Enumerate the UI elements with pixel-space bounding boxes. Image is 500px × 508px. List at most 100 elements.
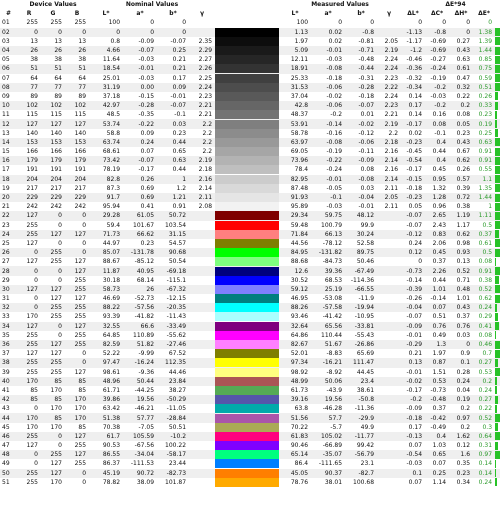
- table-row: 11 115 115 115 48.5 -0.35 -0.1 2.21 48.37 -0.2 0.0…: [0, 110, 500, 120]
- table-cell: 13: [78, 37, 87, 45]
- table-cell: 0.05: [449, 119, 474, 129]
- table-cell: 1.2: [176, 184, 187, 192]
- table-cell: 0.4: [425, 156, 450, 166]
- table-cell: 255: [65, 339, 90, 350]
- table-cell: 51.67: [311, 339, 346, 350]
- table-cell: 89.75: [345, 248, 378, 258]
- table-cell: -50.8: [345, 395, 378, 405]
- table-cell: 255: [41, 358, 65, 368]
- table-cell: 105.02: [311, 431, 346, 441]
- table-cell: 0: [65, 211, 90, 221]
- table-cell: 255: [26, 478, 38, 486]
- table-cell: 61.71: [102, 386, 121, 394]
- table-cell: -67.32: [157, 284, 190, 294]
- table-cell: 1.97: [432, 350, 447, 358]
- table-cell: 90.72: [123, 468, 158, 478]
- table-cell: -0.19: [326, 148, 343, 156]
- table-cell: -41.82: [134, 313, 155, 321]
- table-cell: 50.54: [168, 258, 187, 266]
- table-cell: 26: [123, 284, 158, 294]
- table-cell: 49.9: [360, 423, 375, 431]
- table-cell: 255: [26, 221, 38, 229]
- table-cell: [189, 358, 216, 368]
- table-cell: 53.91: [279, 119, 312, 129]
- delta-e-bar: [495, 55, 500, 64]
- measured-swatch: [247, 36, 280, 46]
- table-cell: 2.11: [384, 184, 399, 192]
- delta-e-bar: [495, 74, 500, 83]
- delta-e-bar: [495, 339, 500, 350]
- table-cell: -0.06: [311, 82, 346, 92]
- table-cell: -9.36: [138, 368, 155, 376]
- table-cell: 170: [50, 405, 62, 413]
- table-cell: 2.24: [377, 64, 402, 74]
- table-cell: 91.7: [89, 192, 124, 203]
- table-cell: 0.07: [432, 460, 447, 468]
- table-cell: 44.46: [168, 368, 187, 376]
- table-cell: [189, 441, 215, 450]
- table-cell: 45.19: [89, 468, 124, 478]
- measured-swatch: [247, 91, 280, 101]
- table-cell: 86.55: [89, 450, 124, 460]
- table-cell: -85.12: [134, 258, 155, 266]
- table-cell: -0.46: [406, 56, 423, 64]
- table-cell: -0.08: [311, 137, 346, 147]
- table-cell: 170: [17, 413, 41, 423]
- table-cell: 127: [41, 339, 65, 350]
- nominal-swatch: [215, 202, 248, 212]
- table-cell: 102: [17, 101, 41, 111]
- table-cell: 44.56: [290, 239, 309, 247]
- table-cell: -0.02: [345, 119, 378, 129]
- table-cell: 2.05: [377, 192, 402, 203]
- table-cell: 0: [41, 27, 65, 37]
- table-cell: 2.23: [384, 74, 399, 82]
- table-cell: 97.47: [89, 358, 124, 368]
- measured-swatch: [247, 18, 280, 28]
- table-cell: -0.01: [358, 203, 375, 211]
- delta-e-bar: [495, 156, 500, 166]
- table-row: 48 0 255 127 86.55 -34.04 -58.17 65.14 -35.07 -56…: [0, 450, 500, 460]
- table-cell: 0.24: [478, 478, 493, 486]
- table-cell: 255: [65, 303, 90, 313]
- table-cell: 13: [30, 37, 38, 45]
- table-cell: 100.22: [165, 442, 187, 450]
- table-cell: -0.54: [401, 156, 426, 166]
- table-cell: 0.43: [449, 137, 474, 147]
- table-cell: 58.8: [106, 129, 121, 137]
- delta-e-bar: [495, 221, 500, 230]
- table-cell: 11.87: [89, 266, 124, 276]
- table-cell: [189, 331, 215, 340]
- table-cell: -33.81: [345, 321, 378, 331]
- table-cell: [189, 18, 215, 27]
- table-cell: 85: [65, 376, 90, 386]
- table-cell: 32: [0, 303, 17, 313]
- table-cell: 29.28: [89, 211, 124, 221]
- table-cell: 1.39: [478, 37, 493, 45]
- table-cell: 0.51: [473, 82, 496, 92]
- table-cell: 153: [65, 137, 90, 147]
- table-cell: 2.14: [198, 184, 213, 192]
- table-row: 24 255 127 127 71.73 66.62 31.15 71.84 66.13 30.2…: [0, 229, 500, 239]
- table-cell: 0.22: [456, 92, 471, 100]
- column-header: L*: [102, 10, 110, 18]
- table-cell: -0.07: [401, 211, 426, 221]
- delta-e-bar: [495, 248, 500, 258]
- column-header: R: [26, 10, 32, 18]
- table-cell: 0.24: [123, 137, 158, 147]
- table-cell: 30.18: [102, 276, 121, 284]
- table-cell: -0.44: [345, 64, 378, 74]
- measured-swatch: [247, 349, 280, 359]
- column-header: ΔH*: [454, 10, 468, 18]
- table-cell: 08: [0, 82, 17, 92]
- table-row: 04 26 26 26 4.66 -0.07 0.25 2.29 5.09 -0.01 -0.71 2…: [0, 45, 500, 56]
- table-cell: 0: [58, 221, 62, 229]
- table-cell: 0: [449, 339, 474, 350]
- table-cell: 48.5: [106, 111, 121, 119]
- table-cell: 100: [296, 19, 309, 27]
- table-cell: 0.55: [478, 166, 493, 174]
- table-cell: 2.22: [377, 82, 402, 92]
- table-cell: 0.59: [478, 74, 493, 82]
- table-cell: 2.08: [198, 203, 213, 211]
- table-cell: 87.48: [290, 184, 309, 192]
- measured-swatch: [247, 27, 280, 37]
